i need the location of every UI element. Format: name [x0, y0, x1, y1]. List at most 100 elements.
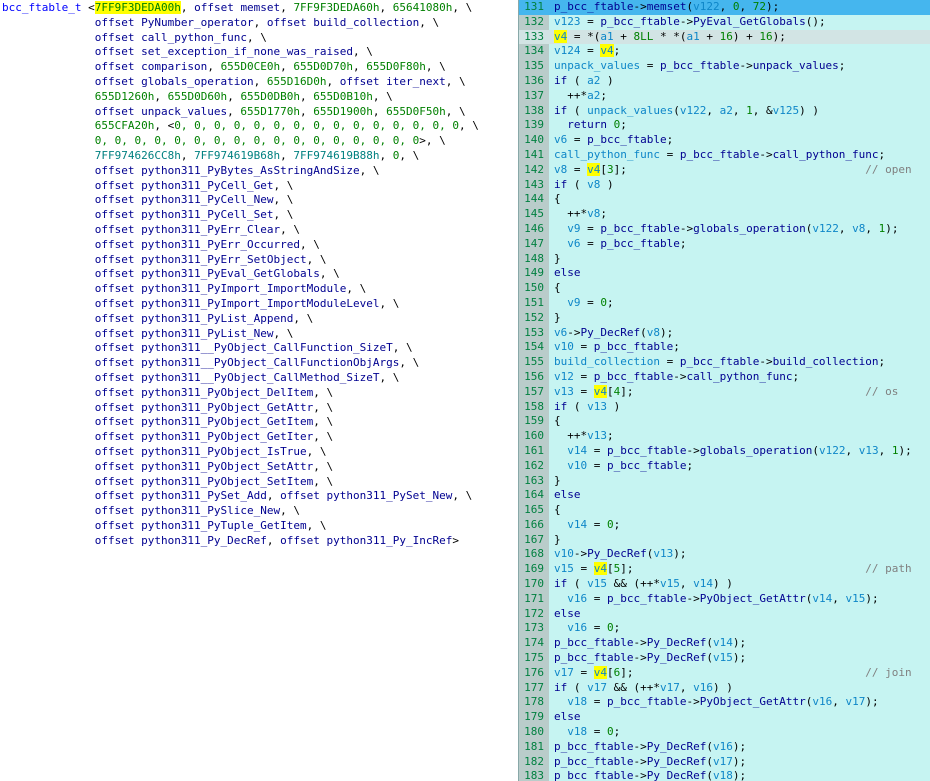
pseudocode-line[interactable]: v9 = p_bcc_ftable->globals_operation(v12… — [549, 222, 930, 237]
variable-token[interactable]: v8 — [852, 222, 865, 235]
symbol-name-token[interactable]: python311__PyObject_CallFunctionObjArgs — [141, 356, 399, 369]
variable-token[interactable]: v6 — [554, 133, 567, 146]
pseudocode-row[interactable]: 136if ( a2 ) — [519, 74, 930, 89]
disasm-line[interactable]: offset python311_PySlice_New, \ — [2, 504, 518, 519]
variable-token[interactable]: v18 — [713, 769, 733, 781]
pseudocode-line[interactable]: p_bcc_ftable->memset(v122, 0, 72); — [549, 0, 930, 15]
disasm-line[interactable]: offset python311__PyObject_CallMethod_Si… — [2, 371, 518, 386]
offset-keyword-token[interactable]: offset — [95, 401, 141, 414]
offset-keyword-token[interactable]: offset — [95, 460, 141, 473]
disasm-line[interactable]: offset python311_PyBytes_AsStringAndSize… — [2, 164, 518, 179]
symbol-name-token[interactable]: globals_operation — [141, 75, 254, 88]
pseudocode-line[interactable]: if ( v13 ) — [549, 400, 930, 415]
variable-token[interactable]: v14 — [713, 636, 733, 649]
offset-keyword-token[interactable]: offset — [95, 253, 141, 266]
member-name-token[interactable]: p_bcc_ftable — [680, 148, 759, 161]
member-name-token[interactable]: p_bcc_ftable — [600, 222, 679, 235]
pseudocode-row[interactable]: 133v4 = *(a1 + 8LL * *(a1 + 16) + 16); — [519, 30, 930, 45]
pseudocode-line[interactable]: } — [549, 474, 930, 489]
number-token[interactable]: 0 — [607, 725, 614, 738]
offset-keyword-token[interactable]: offset — [95, 356, 141, 369]
pseudocode-row[interactable]: 135unpack_values = p_bcc_ftable->unpack_… — [519, 59, 930, 74]
variable-token[interactable]: v14 — [567, 444, 587, 457]
offset-keyword-token[interactable]: offset — [340, 75, 386, 88]
member-name-token[interactable]: p_bcc_ftable — [554, 636, 633, 649]
disasm-line[interactable]: bcc_ftable_t <7FF9F3DEDA00h, offset mems… — [2, 1, 518, 16]
offset-keyword-token[interactable]: offset — [95, 534, 141, 547]
pseudocode-line[interactable]: v10->Py_DecRef(v13); — [549, 547, 930, 562]
disasm-line[interactable]: offset python311__PyObject_CallFunction_… — [2, 341, 518, 356]
disasm-line[interactable]: offset set_exception_if_none_was_raised,… — [2, 45, 518, 60]
pseudocode-row[interactable]: 150{ — [519, 281, 930, 296]
member-name-token[interactable]: PyObject_GetAttr — [700, 695, 806, 708]
disasm-line[interactable]: 655D1260h, 655D0D60h, 655D0DB0h, 655D0B1… — [2, 90, 518, 105]
offset-keyword-token[interactable]: offset — [95, 223, 141, 236]
number-token[interactable]: 655D1900h — [313, 105, 373, 118]
keyword-token[interactable]: else — [554, 266, 581, 279]
pseudocode-line[interactable]: if ( v17 && (++*v17, v16) ) — [549, 681, 930, 696]
offset-keyword-token[interactable]: offset — [95, 16, 141, 29]
pseudocode-row[interactable]: 144{ — [519, 192, 930, 207]
pseudocode-row[interactable]: 175p_bcc_ftable->Py_DecRef(v15); — [519, 651, 930, 666]
disasm-line[interactable]: offset python311_PyObject_SetItem, \ — [2, 475, 518, 490]
pseudocode-line[interactable]: ++*a2; — [549, 89, 930, 104]
symbol-name-token[interactable]: python311_PyList_New — [141, 327, 273, 340]
disasm-line[interactable]: 655CFA20h, <0, 0, 0, 0, 0, 0, 0, 0, 0, 0… — [2, 119, 518, 134]
variable-token[interactable]: v8 — [587, 178, 600, 191]
pseudocode-line[interactable]: build_collection = p_bcc_ftable->build_c… — [549, 355, 930, 370]
member-name-token[interactable]: Py_DecRef — [587, 547, 647, 560]
disasm-line[interactable]: offset python311_PyErr_SetObject, \ — [2, 253, 518, 268]
disassembly-pane[interactable]: bcc_ftable_t <7FF9F3DEDA00h, offset mems… — [0, 0, 518, 781]
symbol-name-token[interactable]: python311_PyErr_Occurred — [141, 238, 300, 251]
pseudocode-line[interactable]: { — [549, 281, 930, 296]
pseudocode-line[interactable]: { — [549, 414, 930, 429]
offset-keyword-token[interactable]: offset — [95, 312, 141, 325]
pseudocode-row[interactable]: 155build_collection = p_bcc_ftable->buil… — [519, 355, 930, 370]
number-token[interactable]: 0 — [607, 518, 614, 531]
member-name-token[interactable]: Py_DecRef — [647, 636, 707, 649]
pseudocode-row[interactable]: 149else — [519, 266, 930, 281]
variable-token[interactable]: v18 — [567, 695, 587, 708]
disasm-line[interactable]: 0, 0, 0, 0, 0, 0, 0, 0, 0, 0, 0, 0, 0, 0… — [2, 134, 518, 149]
variable-token[interactable]: v15 — [713, 651, 733, 664]
symbol-name-token[interactable]: python311_PyObject_GetAttr — [141, 401, 313, 414]
pseudocode-line[interactable]: if ( unpack_values(v122, a2, 1, &v125) ) — [549, 104, 930, 119]
variable-token[interactable]: v16 — [713, 740, 733, 753]
number-token[interactable]: 655D0D70h — [293, 60, 353, 73]
disasm-line[interactable]: offset python311_PyObject_GetItem, \ — [2, 415, 518, 430]
pseudocode-line[interactable]: } — [549, 311, 930, 326]
member-name-token[interactable]: p_bcc_ftable — [607, 459, 686, 472]
pseudocode-row[interactable]: 169v15 = v4[5]; // path — [519, 562, 930, 577]
symbol-name-token[interactable]: python311_PyCell_Set — [141, 208, 273, 221]
pseudocode-row[interactable]: 173 v16 = 0; — [519, 621, 930, 636]
variable-token[interactable]: v17 — [713, 755, 733, 768]
pseudocode-row[interactable]: 167} — [519, 533, 930, 548]
member-name-token[interactable]: p_bcc_ftable — [554, 769, 633, 781]
offset-keyword-token[interactable]: offset — [95, 238, 141, 251]
pseudocode-row[interactable]: 147 v6 = p_bcc_ftable; — [519, 237, 930, 252]
variable-token[interactable]: v10 — [554, 340, 574, 353]
number-token[interactable]: 0, 0, 0, 0, 0, 0, 0, 0, 0, 0, 0, 0, 0, 0… — [95, 134, 420, 147]
offset-keyword-token[interactable]: offset — [267, 16, 313, 29]
variable-token[interactable]: v13 — [554, 385, 574, 398]
symbol-name-token[interactable]: PyNumber_operator — [141, 16, 254, 29]
variable-token[interactable]: v16 — [567, 592, 587, 605]
member-name-token[interactable]: Py_DecRef — [647, 740, 707, 753]
offset-keyword-token[interactable]: offset — [95, 371, 141, 384]
disasm-line[interactable]: offset python311_PyObject_IsTrue, \ — [2, 445, 518, 460]
pseudocode-row[interactable]: 180 v18 = 0; — [519, 725, 930, 740]
variable-token[interactable]: v12 — [554, 370, 574, 383]
variable-token[interactable]: unpack_values — [587, 104, 673, 117]
disasm-line[interactable]: 7FF974626CC8h, 7FF974619B68h, 7FF974619B… — [2, 149, 518, 164]
variable-token[interactable]: build_collection — [554, 355, 660, 368]
member-name-token[interactable]: Py_DecRef — [581, 326, 641, 339]
variable-token[interactable]: v122 — [812, 222, 839, 235]
pseudocode-row[interactable]: 168v10->Py_DecRef(v13); — [519, 547, 930, 562]
offset-keyword-token[interactable]: offset — [95, 75, 141, 88]
member-name-token[interactable]: p_bcc_ftable — [680, 355, 759, 368]
variable-token[interactable]: v8 — [647, 326, 660, 339]
member-name-token[interactable]: p_bcc_ftable — [594, 340, 673, 353]
pseudocode-row[interactable]: 163} — [519, 474, 930, 489]
pseudocode-line[interactable]: v10 = p_bcc_ftable; — [549, 459, 930, 474]
disasm-line[interactable]: offset call_python_func, \ — [2, 31, 518, 46]
